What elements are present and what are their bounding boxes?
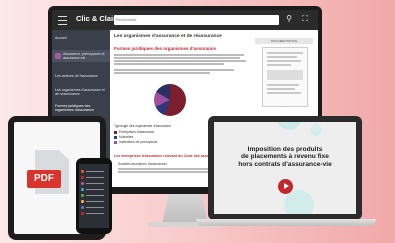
module-icon [81,176,84,179]
module-icon [81,188,84,191]
legend-label: Institutions de prévoyance [119,140,158,144]
decorative-circle [284,190,314,214]
legend-swatch [114,135,117,139]
list-item[interactable] [81,182,107,186]
legend-item: Mutuelles [114,135,133,139]
sidebar-item-module[interactable]: Assurance, prévoyance et assurance-vie [63,52,108,61]
module-icon [81,200,84,203]
list-text [86,189,104,191]
module-icon [81,170,84,173]
list-text [86,213,104,215]
list-text [86,195,104,197]
doc-line [267,56,297,58]
app-logo[interactable]: Clic & Clair [76,14,116,23]
menu-icon[interactable] [58,16,67,25]
module-icon [81,194,84,197]
chart-caption: Typologie des organismes d'assurance [114,124,171,128]
list-text [86,207,104,209]
paragraph-line [114,60,246,62]
module-icon [81,182,84,185]
video-title-line: hors contrats d'assurance-vie [238,160,332,168]
paragraph-line [118,171,222,173]
video-title: Imposition des produits de placements à … [214,146,356,168]
paragraph-line [114,63,224,65]
laptop-base [196,219,376,226]
paragraph-line [114,69,234,71]
play-button[interactable] [278,179,293,194]
list-item[interactable] [81,206,107,210]
sidebar-item-formes[interactable]: Formes juridiques des organismes d'assur… [55,104,107,113]
legend-label: Mutuelles [119,135,134,139]
paragraph-line [114,54,244,56]
list-item[interactable] [81,194,107,198]
pdf-badge[interactable]: PDF [27,170,61,188]
panel-heading: DOCUMENTATION [255,38,313,44]
module-icon [81,206,84,209]
bullet-item: Sociétés anonymes d'assurances [118,162,168,166]
doc-line [267,88,295,90]
video-title-line: Imposition des produits [247,146,323,153]
doc-line [267,64,291,66]
pie-chart [154,84,186,116]
document-thumbnail[interactable] [262,47,308,107]
paragraph-line [114,57,240,59]
sidebar-item-organismes[interactable]: Les organismes d'assurance et de réassur… [55,88,107,97]
laptop-screen: Imposition des produits de placements à … [214,122,356,214]
sidebar-item-home[interactable]: Accueil [55,36,107,40]
documentation-panel: DOCUMENTATION [255,38,313,118]
search-input[interactable]: Rechercher [114,15,279,25]
module-icon [81,212,84,215]
list-text [86,201,104,203]
doc-table [267,70,303,80]
legend-swatch [114,140,117,144]
list-item[interactable] [81,170,107,174]
list-text [86,183,104,185]
sidebar-item-acteurs[interactable]: Les acteurs de l'assurance [55,74,107,78]
top-bar: Clic & Clair Rechercher ⚲ ⛶ [52,10,318,30]
list-item[interactable] [81,176,107,180]
search-icon[interactable]: ⚲ [284,14,294,24]
legend-swatch [114,130,117,134]
doc-line [267,60,301,62]
module-icon [55,53,61,59]
list-text [86,177,104,179]
list-text [86,171,104,173]
subsection-heading: Les entreprises d'assurance relevant du … [114,154,221,158]
decorative-circle [276,122,302,130]
section-title: Formes juridiques des organismes d'assur… [114,46,216,51]
decorative-circle [310,124,322,136]
legend-label: Entreprises d'assurance [119,130,155,134]
doc-line [267,52,303,54]
doc-line [267,92,301,94]
page-title: Les organismes d'assurance et de réassur… [114,34,222,39]
list-item[interactable] [81,200,107,204]
fullscreen-icon[interactable]: ⛶ [300,14,310,24]
legend-item: Entreprises d'assurance [114,130,154,134]
doc-line [267,84,299,86]
list-item[interactable] [81,212,107,216]
paragraph-line [114,72,210,74]
legend-item: Institutions de prévoyance [114,140,157,144]
video-title-line: de placements à revenu fixe [241,153,329,161]
list-item[interactable] [81,188,107,192]
phone-screen [79,164,109,228]
